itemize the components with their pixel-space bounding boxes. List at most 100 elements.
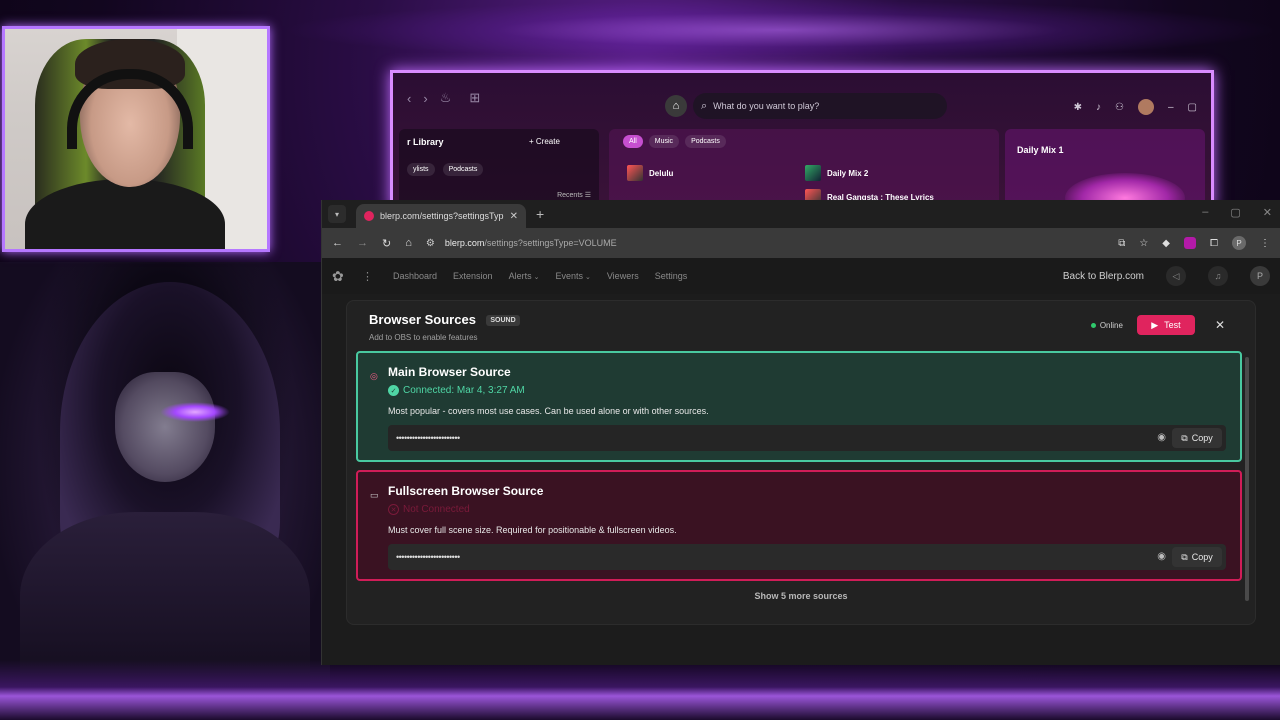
test-button[interactable]: ▶ Test (1136, 315, 1195, 335)
url-host: blerp.com (444, 238, 485, 248)
close-icon[interactable]: ✕ (1215, 318, 1225, 332)
chevron-down-icon: ⌄ (584, 274, 591, 281)
source-status: ✕ Not Connected (388, 504, 470, 515)
panel-actions: Online ▶ Test ✕ (1090, 315, 1225, 335)
library-chips: ylists Podcasts (407, 163, 484, 176)
cart-icon[interactable]: ⊞ (469, 90, 480, 106)
tab-strip: ▾ blerp.com/settings?settingsTyp ✕ + – ▢… (322, 200, 1280, 228)
tab-title: blerp.com/settings?settingsTyp (380, 211, 504, 221)
search-icon: ⌕ (701, 99, 708, 112)
show-more-sources-button[interactable]: Show 5 more sources (347, 591, 1255, 601)
home-icon[interactable]: ⌂ (405, 237, 412, 249)
recents-sort[interactable]: Recents ☰ (557, 191, 591, 199)
new-tab-icon[interactable]: + (536, 206, 544, 222)
menu-kebab-icon[interactable]: ⋮ (1260, 238, 1270, 249)
spotify-avatar[interactable] (1137, 99, 1154, 115)
bookmark-star-icon[interactable]: ☆ (1139, 238, 1148, 249)
reload-icon[interactable]: ↻ (382, 237, 391, 250)
spotify-now-playing-panel: Daily Mix 1 (1005, 129, 1205, 207)
news-icon[interactable]: ✱ (1074, 102, 1082, 113)
nav-dashboard[interactable]: Dashboard (393, 271, 437, 281)
masked-url: •••••••••••••••••••••••• (396, 552, 460, 562)
tab-close-icon[interactable]: ✕ (510, 211, 518, 222)
spotify-library-panel: r Library + Create ylists Podcasts Recen… (399, 129, 599, 207)
back-to-blerp-link[interactable]: Back to Blerp.com (1063, 271, 1144, 282)
user-avatar[interactable]: P (1250, 266, 1270, 286)
copy-label: Copy (1191, 433, 1213, 443)
main-chip[interactable]: Music (648, 135, 680, 148)
tab-search-icon[interactable]: ▾ (328, 205, 346, 223)
maximize-icon[interactable]: ▢ (1230, 206, 1240, 219)
navbar-right: Back to Blerp.com ◁ ♫ P (1063, 266, 1270, 286)
blerp-favicon-icon (364, 211, 374, 221)
install-app-icon[interactable]: ⧉ (1118, 238, 1125, 249)
playlist-tile-label: Daily Mix 2 (827, 168, 869, 178)
profile-avatar[interactable]: P (1232, 236, 1246, 250)
back-icon[interactable]: ← (332, 237, 343, 249)
window-controls: – ▢ ✕ (1202, 206, 1272, 219)
forward-icon[interactable]: → (357, 237, 368, 249)
background-glow-top (280, 0, 1280, 60)
spotify-main-panel: All Music Podcasts Delulu Daily Mix 2 Re… (609, 129, 999, 207)
volume-icon[interactable]: ◁ (1166, 266, 1186, 286)
nav-events-label: Events (555, 271, 583, 281)
notification-bell-icon[interactable]: ♫ (1208, 266, 1228, 286)
browser-tab[interactable]: blerp.com/settings?settingsTyp ✕ (356, 204, 526, 228)
panel-title: Browser Sources (369, 312, 476, 327)
flame-icon[interactable]: ♨ (440, 90, 452, 106)
main-browser-source-card: ◎ Main Browser Source ✓ Connected: Mar 4… (356, 351, 1242, 462)
nav-events[interactable]: Events ⌄ (555, 271, 590, 281)
blerp-extension-icon[interactable] (1184, 237, 1196, 249)
playlist-tile[interactable]: Daily Mix 2 (805, 165, 868, 181)
forward-arrow-icon[interactable]: › (423, 91, 427, 106)
nav-extension[interactable]: Extension (453, 271, 493, 281)
extensions-puzzle-icon[interactable]: ⧠ (1210, 238, 1218, 249)
source-status: ✓ Connected: Mar 4, 3:27 AM (388, 385, 525, 396)
fullscreen-browser-source-card: ▭ Fullscreen Browser Source ✕ Not Connec… (356, 470, 1242, 581)
eye-icon[interactable]: ◉ (1157, 551, 1166, 562)
url-path: /settings?settingsType=VOLUME (484, 238, 617, 248)
copy-button[interactable]: ⧉ Copy (1172, 428, 1222, 448)
playlist-thumb (627, 165, 643, 181)
create-button[interactable]: + Create (529, 137, 560, 146)
online-label: Online (1099, 320, 1123, 330)
maximize-icon[interactable]: ▢ (1188, 102, 1197, 113)
main-chip[interactable]: Podcasts (685, 135, 726, 148)
close-icon[interactable]: ✕ (1263, 206, 1272, 219)
nav-viewers[interactable]: Viewers (607, 271, 639, 281)
panel-header: Browser Sources SOUND Add to OBS to enab… (369, 311, 520, 342)
online-dot-icon (1090, 322, 1096, 328)
playlist-thumb (805, 165, 821, 181)
spotify-search-input[interactable]: ⌕ What do you want to play? (693, 93, 947, 119)
friends-icon[interactable]: ⚇ (1115, 102, 1124, 113)
library-title: r Library (407, 137, 444, 147)
copy-icon: ⧉ (1181, 432, 1188, 443)
monitor-icon: ▭ (370, 490, 379, 500)
library-chip[interactable]: Podcasts (442, 163, 484, 176)
source-title: Main Browser Source (388, 365, 511, 379)
home-icon[interactable]: ⌂ (665, 95, 687, 117)
back-arrow-icon[interactable]: ‹ (407, 91, 411, 106)
copy-button[interactable]: ⧉ Copy (1172, 547, 1222, 567)
nav-settings[interactable]: Settings (655, 271, 688, 281)
minimize-icon[interactable]: – (1202, 206, 1208, 219)
source-url-field[interactable]: •••••••••••••••••••••••• ◉ ⧉ Copy (388, 425, 1226, 451)
bell-icon[interactable]: ♪ (1096, 102, 1101, 113)
library-chip[interactable]: ylists (407, 163, 435, 176)
minimize-icon[interactable]: – (1168, 102, 1174, 113)
eye-icon[interactable]: ◉ (1157, 432, 1166, 443)
source-url-field[interactable]: •••••••••••••••••••••••• ◉ ⧉ Copy (388, 544, 1226, 570)
panel-scrollbar[interactable] (1245, 357, 1249, 601)
more-kebab-icon[interactable]: ⋮ (362, 270, 373, 283)
site-info-icon[interactable]: ⚙ (426, 238, 435, 249)
recents-label: Recents (557, 192, 583, 199)
source-status-text: Not Connected (403, 504, 470, 515)
extension-diamond-icon[interactable]: ◆ (1162, 238, 1170, 249)
main-chip[interactable]: All (623, 135, 643, 148)
address-bar[interactable]: ⚙ blerp.com/settings?settingsType=VOLUME (426, 238, 617, 249)
playlist-tile[interactable]: Delulu (627, 165, 673, 181)
blerp-logo-icon[interactable]: ✿ (332, 268, 348, 284)
spotify-window: ‹ › ♨ ⊞ ⌂ ⌕ What do you want to play? ✱ … (390, 70, 1214, 210)
online-status: Online (1090, 320, 1123, 330)
nav-alerts[interactable]: Alerts ⌄ (509, 271, 540, 281)
